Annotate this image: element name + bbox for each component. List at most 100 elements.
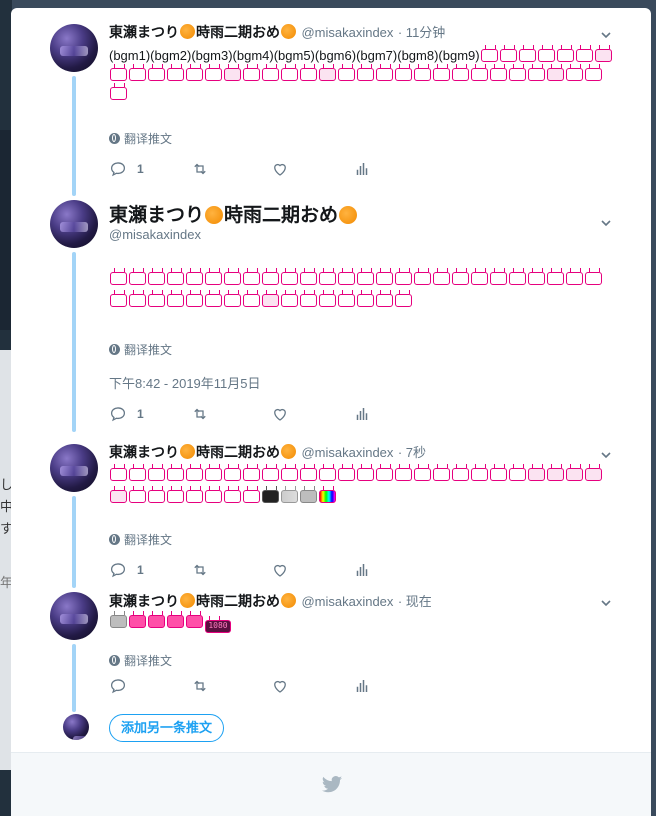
retweet-button[interactable] bbox=[191, 404, 209, 424]
chevron-down-icon[interactable] bbox=[601, 598, 611, 608]
thread-line bbox=[72, 496, 76, 588]
display-name[interactable]: 東瀬まつり bbox=[109, 593, 179, 609]
emote-icon bbox=[518, 49, 536, 62]
reply-button[interactable]: 1 bbox=[109, 159, 144, 179]
reply-button[interactable]: 1 bbox=[109, 560, 144, 580]
avatar[interactable] bbox=[50, 200, 98, 248]
display-name-suffix[interactable]: 時雨二期おめ bbox=[224, 205, 338, 226]
like-button[interactable] bbox=[271, 676, 289, 696]
emote-icon bbox=[110, 490, 127, 503]
chevron-down-icon[interactable] bbox=[601, 218, 611, 228]
reply-icon bbox=[110, 563, 126, 578]
emote-icon bbox=[452, 68, 469, 81]
emote-icon bbox=[281, 68, 298, 81]
emote-icon bbox=[480, 49, 498, 62]
orange-emoji-icon bbox=[281, 593, 296, 608]
tweet-actions: 1 bbox=[109, 404, 409, 424]
add-another-tweet-button[interactable]: 添加另一条推文 bbox=[109, 714, 225, 742]
emote-icon bbox=[547, 468, 564, 481]
display-name-suffix[interactable]: 時雨二期おめ bbox=[196, 444, 280, 460]
emote-icon bbox=[319, 294, 336, 307]
user-handle[interactable]: @misakaxindex bbox=[301, 25, 393, 40]
reply-count: 1 bbox=[137, 563, 144, 577]
tweet-time[interactable]: · 7秒 bbox=[398, 445, 426, 460]
tweet-actions: 1 bbox=[109, 159, 409, 179]
retweet-button[interactable] bbox=[191, 676, 209, 696]
emote-icon bbox=[338, 468, 355, 481]
emote-icon bbox=[509, 68, 526, 81]
emote-icon bbox=[148, 615, 165, 628]
reply-button[interactable]: 1 bbox=[109, 404, 144, 424]
tweet-time[interactable]: · 现在 bbox=[398, 594, 432, 609]
avatar[interactable] bbox=[50, 592, 98, 640]
orange-emoji-icon bbox=[205, 206, 224, 224]
emote-icon bbox=[262, 272, 279, 285]
retweet-button[interactable] bbox=[191, 560, 209, 580]
emote-icon bbox=[167, 68, 184, 81]
analytics-button[interactable] bbox=[353, 560, 371, 580]
tweet-text-content: (bgm1)(bgm2)(bgm3)(bgm4)(bgm5)(bgm6)(bgm… bbox=[109, 48, 480, 63]
tweet-header: 東瀬まつり 時雨二期おめ @misakaxindex · 现在 bbox=[109, 591, 432, 611]
tweet-timestamp[interactable]: 下午8:42 - 2019年11月5日 bbox=[109, 373, 261, 392]
translate-tweet-link[interactable]: 翻译推文 bbox=[109, 130, 172, 147]
display-name[interactable]: 東瀬まつり bbox=[109, 24, 179, 40]
composer-avatar bbox=[63, 714, 89, 740]
analytics-button[interactable] bbox=[353, 676, 371, 696]
emote-icon bbox=[110, 87, 127, 100]
user-handle[interactable]: @misakaxindex bbox=[301, 594, 393, 609]
analytics-button[interactable] bbox=[353, 404, 371, 424]
emote-icon bbox=[585, 68, 602, 81]
emote-icon bbox=[262, 294, 279, 307]
emote-icon bbox=[357, 272, 374, 285]
translate-tweet-link[interactable]: 翻译推文 bbox=[109, 652, 172, 669]
chevron-down-icon[interactable] bbox=[601, 450, 611, 460]
emote-icon bbox=[395, 68, 412, 81]
thread-line bbox=[72, 76, 76, 196]
emote-icon bbox=[414, 68, 431, 81]
reply-icon bbox=[110, 679, 126, 694]
retweet-icon bbox=[194, 408, 206, 420]
emote-icon bbox=[110, 468, 127, 481]
avatar[interactable] bbox=[50, 444, 98, 492]
user-handle[interactable]: @misakaxindex bbox=[301, 445, 393, 460]
emote-icon bbox=[319, 468, 336, 481]
display-name-suffix[interactable]: 時雨二期おめ bbox=[196, 593, 280, 609]
like-button[interactable] bbox=[271, 159, 289, 179]
heart-icon bbox=[274, 408, 286, 421]
chevron-down-icon[interactable] bbox=[601, 30, 611, 40]
emote-icon bbox=[594, 49, 612, 62]
display-name-suffix[interactable]: 時雨二期おめ bbox=[196, 24, 280, 40]
tweet-time[interactable]: · 11分钟 bbox=[398, 25, 445, 40]
emote-icon bbox=[129, 294, 146, 307]
user-handle[interactable]: @misakaxindex bbox=[109, 227, 201, 242]
emote-icon bbox=[205, 272, 222, 285]
emote-icon bbox=[224, 272, 241, 285]
emote-icon bbox=[528, 68, 545, 81]
retweet-button[interactable] bbox=[191, 159, 209, 179]
emote-icon bbox=[575, 49, 593, 62]
like-button[interactable] bbox=[271, 560, 289, 580]
display-name[interactable]: 東瀬まつり bbox=[109, 444, 179, 460]
emote-icon bbox=[281, 272, 298, 285]
emote-icon bbox=[167, 272, 184, 285]
display-name[interactable]: 東瀬まつり bbox=[109, 205, 204, 226]
emote-icon bbox=[528, 468, 545, 481]
reply-button[interactable] bbox=[109, 676, 127, 696]
emote-icon bbox=[357, 68, 374, 81]
emote-icon bbox=[585, 468, 602, 481]
emote-icon bbox=[338, 68, 355, 81]
translate-tweet-link[interactable]: 翻译推文 bbox=[109, 341, 172, 358]
like-button[interactable] bbox=[271, 404, 289, 424]
emote-icon bbox=[537, 49, 555, 62]
emote-icon bbox=[281, 294, 298, 307]
avatar[interactable] bbox=[50, 24, 98, 72]
tweet-actions bbox=[109, 676, 409, 696]
globe-icon bbox=[109, 344, 120, 355]
translate-tweet-link[interactable]: 翻译推文 bbox=[109, 531, 172, 548]
tweet-text bbox=[109, 268, 619, 312]
emote-icon bbox=[300, 272, 317, 285]
modal-footer bbox=[11, 752, 651, 816]
tweet-header: 東瀬まつり 時雨二期おめ @misakaxindex · 7秒 bbox=[109, 442, 426, 462]
heart-icon bbox=[274, 680, 286, 693]
analytics-button[interactable] bbox=[353, 159, 371, 179]
